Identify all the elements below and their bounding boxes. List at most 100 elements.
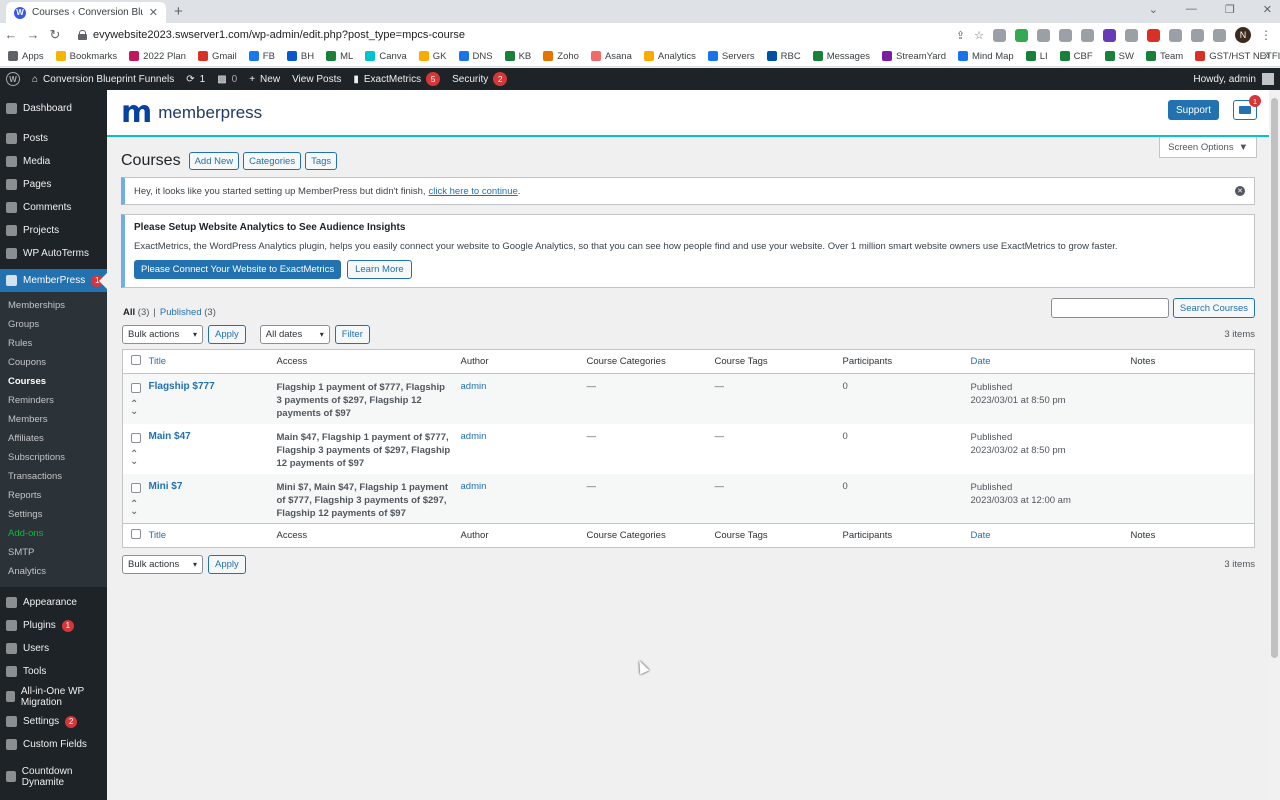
scroll-thumb[interactable] — [1271, 98, 1278, 658]
submenu-item-members[interactable]: Members — [0, 410, 107, 429]
profile-avatar[interactable]: N — [1235, 27, 1251, 43]
submenu-item-memberships[interactable]: Memberships — [0, 296, 107, 315]
author-link[interactable]: admin — [461, 431, 487, 442]
sidebar-item-wp-autoterms[interactable]: WP AutoTerms — [0, 242, 107, 265]
learn-more-button[interactable]: Learn More — [347, 260, 412, 279]
screen-options-button[interactable]: Screen Options ▼ — [1159, 137, 1257, 158]
submenu-item-add-ons[interactable]: Add-ons — [0, 524, 107, 543]
new-tab-icon[interactable]: + — [174, 3, 183, 20]
updates-menu[interactable]: ⟳ 1 — [180, 68, 211, 90]
bookmark-item[interactable]: DNS — [458, 51, 493, 62]
submenu-item-settings[interactable]: Settings — [0, 505, 107, 524]
extension-icon[interactable] — [1015, 28, 1028, 42]
bookmark-item[interactable]: Servers — [707, 51, 755, 62]
extension-icon[interactable] — [1081, 28, 1094, 42]
wp-logo-menu[interactable]: W — [0, 68, 26, 90]
kebab-menu-icon[interactable]: ⋮ — [1260, 28, 1272, 42]
view-posts-link[interactable]: View Posts — [286, 68, 347, 90]
submenu-item-reports[interactable]: Reports — [0, 486, 107, 505]
author-link[interactable]: admin — [461, 481, 487, 492]
sidebar-item-tools[interactable]: Tools — [0, 660, 107, 683]
url-text[interactable]: evywebsite2023.swserver1.com/wp-admin/ed… — [93, 29, 465, 41]
share-icon[interactable]: ⇪ — [956, 29, 965, 42]
sidebar-item-dashboard[interactable]: Dashboard — [0, 97, 107, 120]
bookmark-item[interactable]: Mind Map — [957, 51, 1014, 62]
continue-setup-link[interactable]: click here to continue — [429, 186, 518, 197]
new-content-menu[interactable]: + New — [243, 68, 286, 90]
column-header-date[interactable]: Date — [970, 349, 1131, 374]
course-title-link[interactable]: Main $47 — [149, 431, 191, 442]
bookmark-item[interactable]: SW — [1104, 51, 1134, 62]
sidebar-item-plugins[interactable]: Plugins 1 — [0, 614, 107, 637]
submenu-item-transactions[interactable]: Transactions — [0, 467, 107, 486]
bulk-actions-select[interactable]: Bulk actions ▾ — [122, 325, 203, 344]
submenu-item-subscriptions[interactable]: Subscriptions — [0, 448, 107, 467]
submenu-item-courses[interactable]: Courses — [0, 372, 107, 391]
course-title-link[interactable]: Flagship $777 — [149, 381, 215, 392]
sidebar-item-countdown-dynamite[interactable]: Countdown Dynamite — [0, 763, 107, 790]
sidebar-item-appearance[interactable]: Appearance — [0, 591, 107, 614]
extension-icon[interactable] — [993, 28, 1006, 42]
bookmark-item[interactable]: Team — [1145, 51, 1183, 62]
sidepanel-icon[interactable] — [1213, 28, 1226, 42]
bookmarks-overflow-icon[interactable]: » — [1264, 50, 1270, 62]
support-button[interactable]: Support — [1167, 100, 1219, 120]
apply-button-bottom[interactable]: Apply — [208, 555, 246, 574]
submenu-item-analytics[interactable]: Analytics — [0, 562, 107, 581]
security-menu[interactable]: Security 2 — [446, 68, 513, 90]
lock-icon[interactable] — [78, 29, 87, 40]
filter-all-link[interactable]: All (3) — [123, 307, 149, 318]
bookmark-item[interactable]: Apps — [8, 51, 44, 62]
extension-icon[interactable] — [1037, 28, 1050, 42]
sidebar-item-media[interactable]: Media — [0, 150, 107, 173]
bookmark-item[interactable]: ML — [326, 51, 353, 62]
submenu-item-reminders[interactable]: Reminders — [0, 391, 107, 410]
reload-icon[interactable]: ↻ — [44, 27, 66, 43]
bookmark-item[interactable]: Bookmarks — [55, 51, 117, 62]
column-header-date[interactable]: Date — [970, 523, 1131, 548]
select-all-checkbox[interactable] — [131, 529, 141, 539]
search-courses-button[interactable]: Search Courses — [1172, 298, 1255, 318]
submenu-item-groups[interactable]: Groups — [0, 315, 107, 334]
bookmark-item[interactable]: 2022 Plan — [129, 51, 186, 62]
row-checkbox[interactable] — [131, 482, 141, 493]
bookmark-item[interactable]: StreamYard — [882, 51, 946, 62]
extension-icon[interactable] — [1169, 28, 1182, 42]
filter-published-link[interactable]: Published (3) — [160, 307, 216, 318]
browser-tab[interactable]: W Courses ‹ Conversion Blueprint F ✕ — [6, 2, 166, 23]
sidebar-item-projects[interactable]: Projects — [0, 219, 107, 242]
row-checkbox[interactable] — [131, 432, 141, 443]
sidebar-item-users[interactable]: Users — [0, 637, 107, 660]
sidebar-item-settings[interactable]: Settings 2 — [0, 710, 107, 733]
submenu-item-affiliates[interactable]: Affiliates — [0, 429, 107, 448]
site-name-menu[interactable]: ⌂ Conversion Blueprint Funnels — [26, 68, 180, 90]
back-icon[interactable]: ← — [0, 27, 22, 42]
column-header-title[interactable]: Title — [148, 523, 277, 548]
sidebar-item-comments[interactable]: Comments — [0, 196, 107, 219]
bookmark-item[interactable]: BH — [286, 51, 314, 62]
bookmark-item[interactable]: Zoho — [543, 51, 579, 62]
date-filter-select[interactable]: All dates ▾ — [259, 325, 330, 344]
course-title-link[interactable]: Mini $7 — [149, 481, 183, 492]
drag-handle-icon[interactable]: ⌃ ⌄ — [130, 499, 149, 516]
tab-close-icon[interactable]: ✕ — [149, 6, 158, 19]
bookmark-item[interactable]: LI — [1025, 51, 1048, 62]
comments-menu[interactable]: ▩ 0 — [211, 68, 243, 90]
bookmark-item[interactable]: Analytics — [643, 51, 696, 62]
inbox-button[interactable]: 1 — [1233, 95, 1261, 120]
close-window-icon[interactable]: ✕ — [1263, 3, 1272, 16]
bookmark-item[interactable]: GK — [418, 51, 447, 62]
connect-exactmetrics-button[interactable]: Please Connect Your Website to ExactMetr… — [134, 260, 342, 279]
forward-icon[interactable]: → — [22, 27, 44, 42]
restore-icon[interactable]: ❐ — [1225, 3, 1235, 16]
exactmetrics-menu[interactable]: ▮ ExactMetrics 5 — [347, 68, 446, 90]
extension-icon[interactable] — [1059, 28, 1072, 42]
apply-button[interactable]: Apply — [208, 325, 246, 344]
puzzle-icon[interactable] — [1191, 28, 1204, 42]
bulk-actions-select-bottom[interactable]: Bulk actions ▾ — [122, 555, 203, 574]
sidebar-item-pages[interactable]: Pages — [0, 173, 107, 196]
tags-button[interactable]: Tags — [305, 152, 338, 170]
submenu-item-coupons[interactable]: Coupons — [0, 353, 107, 372]
categories-button[interactable]: Categories — [243, 152, 302, 170]
sidebar-item-all-in-one-wp-migration[interactable]: All-in-One WP Migration — [0, 683, 107, 710]
